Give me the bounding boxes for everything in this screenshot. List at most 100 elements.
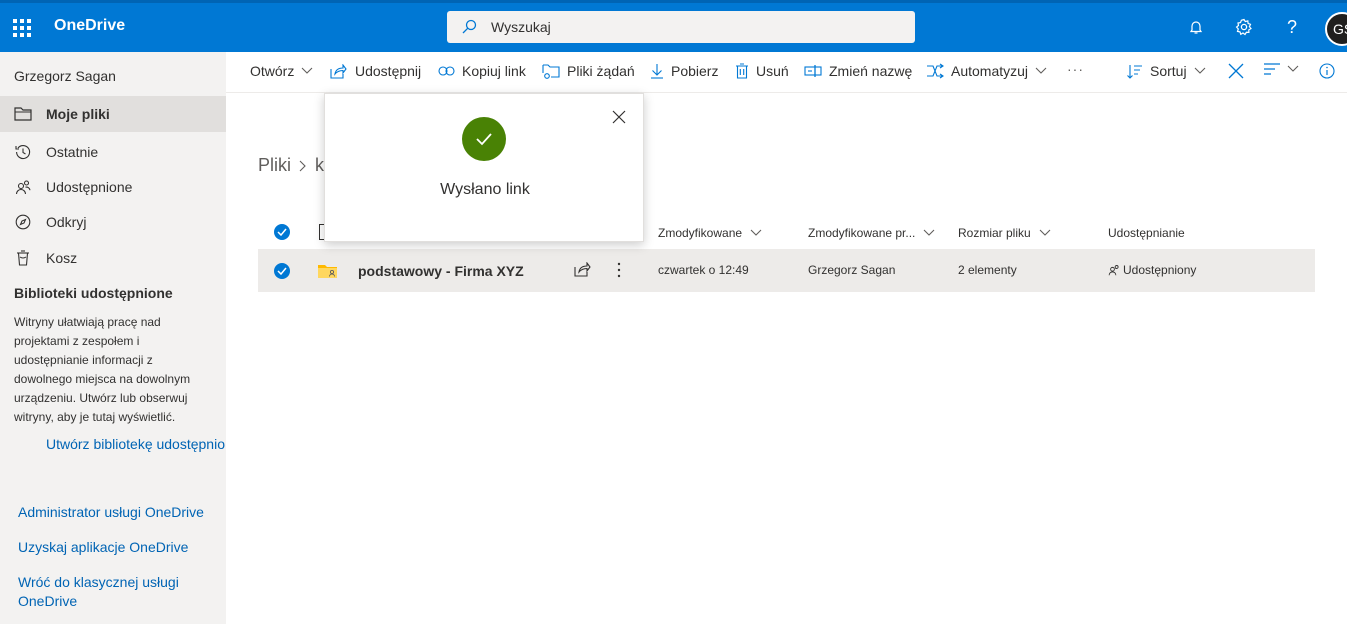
- folder-icon: [14, 105, 32, 123]
- people-icon: [1108, 265, 1119, 276]
- close-icon[interactable]: [612, 110, 628, 126]
- file-modified-by[interactable]: Grzegorz Sagan: [808, 263, 895, 277]
- user-name: Grzegorz Sagan: [14, 68, 116, 84]
- open-label: Otwórz: [250, 63, 295, 79]
- chevron-down-icon: [750, 229, 762, 236]
- sidebar: Grzegorz Sagan Moje pliki Ostatnie Udost…: [0, 52, 226, 624]
- people-icon: [14, 178, 32, 196]
- more-options-icon[interactable]: [616, 261, 622, 279]
- file-requests-button[interactable]: Pliki żądań: [542, 63, 635, 79]
- column-header-sharing[interactable]: Udostępnianie: [1108, 226, 1185, 240]
- download-label: Pobierz: [671, 63, 719, 79]
- row-checkbox[interactable]: [274, 263, 290, 279]
- breadcrumb: Pliki k: [258, 155, 324, 176]
- delete-label: Usuń: [756, 63, 789, 79]
- column-header-size[interactable]: Rozmiar pliku: [958, 226, 1051, 240]
- info-icon: [1319, 63, 1335, 79]
- automate-button[interactable]: Automatyzuj: [926, 63, 1047, 79]
- column-header-label: Udostępnianie: [1108, 226, 1185, 240]
- gear-icon[interactable]: [1232, 15, 1256, 39]
- chevron-down-icon: [301, 67, 313, 74]
- view-options-button[interactable]: [1264, 63, 1299, 75]
- sidebar-item-recycle-bin[interactable]: Kosz: [0, 240, 226, 276]
- trash-icon: [736, 63, 748, 79]
- copy-link-button[interactable]: Kopiuj link: [438, 63, 526, 79]
- sidebar-item-label: Odkryj: [46, 214, 87, 230]
- link-sent-dialog: Wysłano link: [324, 93, 644, 242]
- clear-selection-button[interactable]: [1228, 63, 1244, 79]
- copy-link-label: Kopiuj link: [462, 63, 526, 79]
- onedrive-admin-link[interactable]: Administrator usługi OneDrive: [18, 503, 218, 522]
- chevron-right-icon: [299, 160, 306, 171]
- sidebar-item-recent[interactable]: Ostatnie: [0, 134, 226, 170]
- download-icon: [651, 64, 663, 79]
- sort-button[interactable]: Sortuj: [1127, 63, 1206, 79]
- return-to-classic-link[interactable]: Wróć do klasycznej usługi OneDrive: [18, 573, 198, 611]
- help-icon[interactable]: ?: [1280, 15, 1304, 39]
- select-all-checkbox[interactable]: [274, 224, 290, 240]
- bell-icon[interactable]: [1184, 15, 1208, 39]
- more-commands-button[interactable]: ···: [1067, 61, 1084, 77]
- app-title[interactable]: OneDrive: [54, 17, 125, 35]
- rename-label: Zmień nazwę: [829, 63, 913, 79]
- shared-libraries-title: Biblioteki udostępnione: [14, 285, 173, 301]
- sort-icon: [1127, 64, 1142, 79]
- view-list-icon: [1264, 63, 1280, 75]
- sort-label: Sortuj: [1150, 63, 1187, 79]
- command-bar: Otwórz Udostępnij Kopiuj link Pliki żąda…: [226, 52, 1347, 93]
- column-header-modified[interactable]: Zmodyfikowane: [658, 226, 762, 240]
- search-box[interactable]: [447, 11, 915, 43]
- sidebar-item-shared[interactable]: Udostępnione: [0, 169, 226, 205]
- file-size: 2 elementy: [958, 263, 1017, 277]
- column-header-label: Zmodyfikowane pr...: [808, 226, 916, 240]
- download-button[interactable]: Pobierz: [650, 63, 718, 79]
- history-icon: [14, 143, 32, 161]
- checkmark-icon: [277, 228, 287, 236]
- automate-label: Automatyzuj: [951, 63, 1029, 79]
- shared-folder-icon: [318, 264, 338, 282]
- chevron-down-icon: [1287, 65, 1299, 72]
- delete-button[interactable]: Usuń: [735, 63, 789, 79]
- breadcrumb-root[interactable]: Pliki: [258, 155, 291, 176]
- sidebar-item-discover[interactable]: Odkryj: [0, 204, 226, 240]
- top-bar: OneDrive ? GS: [0, 0, 1347, 52]
- chevron-down-icon: [1194, 67, 1205, 74]
- checkmark-icon: [277, 267, 287, 275]
- rename-button[interactable]: Zmień nazwę: [804, 63, 912, 79]
- file-sharing[interactable]: Udostępniony: [1108, 263, 1196, 277]
- shared-libraries-description: Witryny ułatwiają pracę nad projektami z…: [14, 315, 191, 424]
- chevron-down-icon: [1035, 67, 1047, 74]
- table-row[interactable]: podstawowy - Firma XYZ czwartek o 12:49 …: [258, 249, 1315, 292]
- close-icon: [1228, 63, 1244, 79]
- sidebar-item-my-files[interactable]: Moje pliki: [0, 96, 226, 132]
- sidebar-item-label: Kosz: [46, 250, 78, 266]
- share-button[interactable]: Udostępnij: [330, 63, 421, 79]
- share-icon: [330, 63, 347, 79]
- flow-icon: [927, 63, 944, 79]
- folder-request-icon: [542, 63, 560, 79]
- sharing-status: Udostępniony: [1123, 263, 1197, 277]
- search-input[interactable]: [491, 17, 891, 37]
- breadcrumb-current[interactable]: k: [315, 155, 324, 176]
- get-onedrive-apps-link[interactable]: Uzyskaj aplikacje OneDrive: [18, 538, 218, 557]
- column-header-label: Rozmiar pliku: [958, 226, 1031, 240]
- share-icon[interactable]: [574, 261, 591, 280]
- file-name[interactable]: podstawowy - Firma XYZ: [358, 263, 524, 279]
- create-shared-library-link[interactable]: Utwórz bibliotekę udostępnio: [46, 436, 226, 452]
- info-button[interactable]: [1319, 63, 1335, 79]
- share-label: Udostępnij: [355, 63, 422, 79]
- link-icon: [438, 66, 455, 76]
- toast-message: Wysłano link: [440, 181, 530, 198]
- chevron-down-icon: [924, 229, 935, 236]
- chevron-down-icon: [1039, 229, 1051, 236]
- column-header-modified-by[interactable]: Zmodyfikowane pr...: [808, 226, 935, 240]
- file-modified: czwartek o 12:49: [658, 263, 749, 277]
- rename-icon: [804, 65, 822, 77]
- open-button[interactable]: Otwórz: [250, 63, 313, 79]
- compass-icon: [14, 213, 32, 231]
- app-launcher-icon[interactable]: [13, 19, 31, 37]
- file-requests-label: Pliki żądań: [567, 63, 635, 79]
- avatar[interactable]: GS: [1325, 12, 1347, 46]
- sidebar-item-label: Ostatnie: [46, 144, 99, 160]
- column-header-label: Zmodyfikowane: [658, 226, 743, 240]
